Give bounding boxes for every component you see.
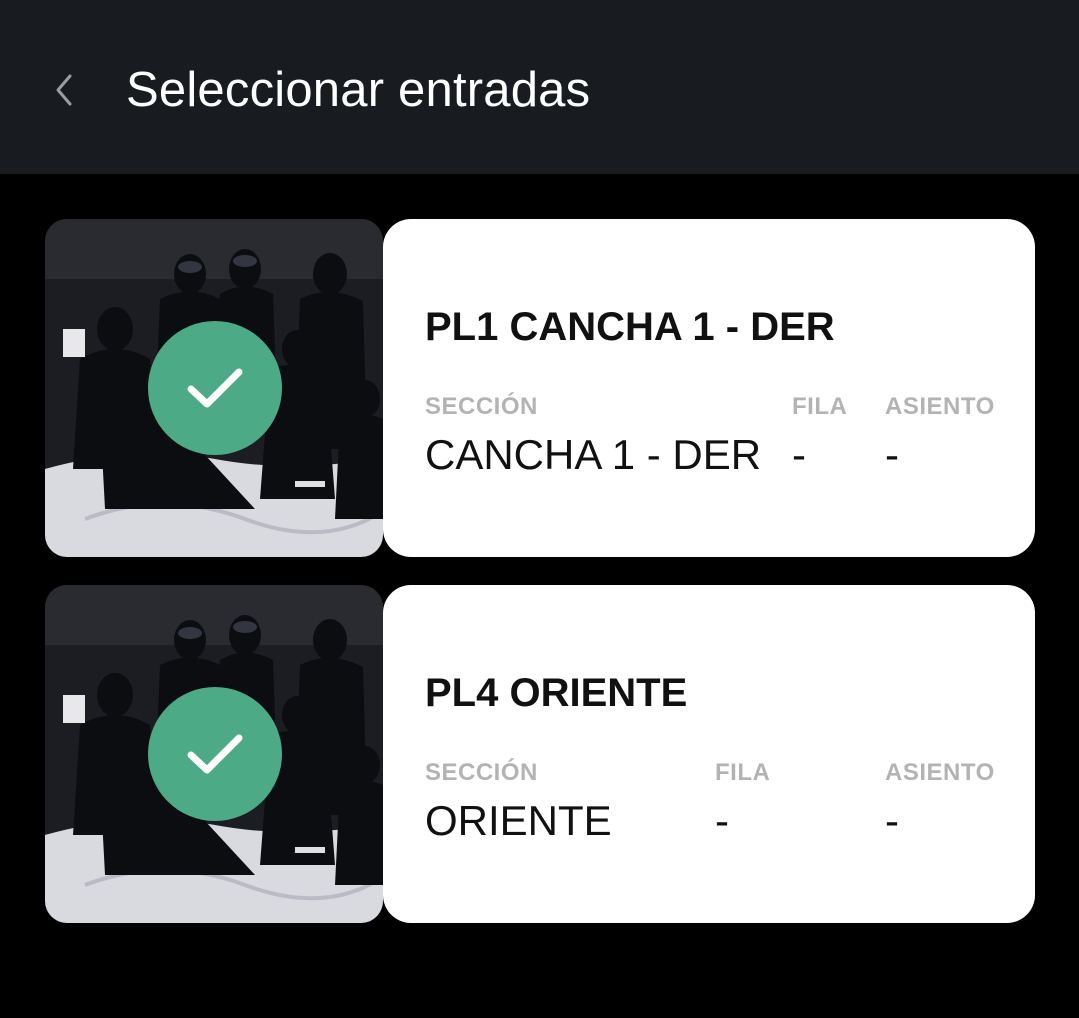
chevron-left-icon (56, 74, 72, 106)
page-title: Seleccionar entradas (126, 63, 591, 117)
ticket-details-card[interactable]: PL1 CANCHA 1 - DER SECCIÓN FILA ASIENTO … (383, 219, 1035, 557)
section-label: SECCIÓN (425, 393, 538, 420)
ticket-name: PL4 ORIENTE (425, 671, 688, 715)
ticket-item[interactable]: PL4 ORIENTE SECCIÓN FILA ASIENTO ORIENTE… (45, 585, 1035, 923)
ticket-image[interactable] (45, 585, 383, 923)
seat-value: - (885, 797, 899, 844)
section-value: ORIENTE (425, 797, 612, 844)
seat-label: ASIENTO (885, 393, 995, 420)
check-icon (187, 368, 243, 408)
row-value: - (715, 797, 729, 844)
row-label: FILA (792, 393, 848, 420)
top-app-bar: Seleccionar entradas (0, 0, 1079, 174)
section-value: CANCHA 1 - DER (425, 431, 762, 478)
back-button[interactable] (40, 66, 88, 114)
ticket-item[interactable]: PL1 CANCHA 1 - DER SECCIÓN FILA ASIENTO … (45, 219, 1035, 557)
check-icon (187, 734, 243, 774)
seat-value: - (885, 431, 899, 478)
seat-label: ASIENTO (885, 759, 995, 786)
ticket-image[interactable] (45, 219, 383, 557)
selected-check-badge (148, 687, 282, 821)
row-label: FILA (715, 759, 771, 786)
selected-check-badge (148, 321, 282, 455)
section-label: SECCIÓN (425, 759, 538, 786)
ticket-name: PL1 CANCHA 1 - DER (425, 305, 835, 349)
row-value: - (792, 431, 806, 478)
ticket-details-card[interactable]: PL4 ORIENTE SECCIÓN FILA ASIENTO ORIENTE… (383, 585, 1035, 923)
